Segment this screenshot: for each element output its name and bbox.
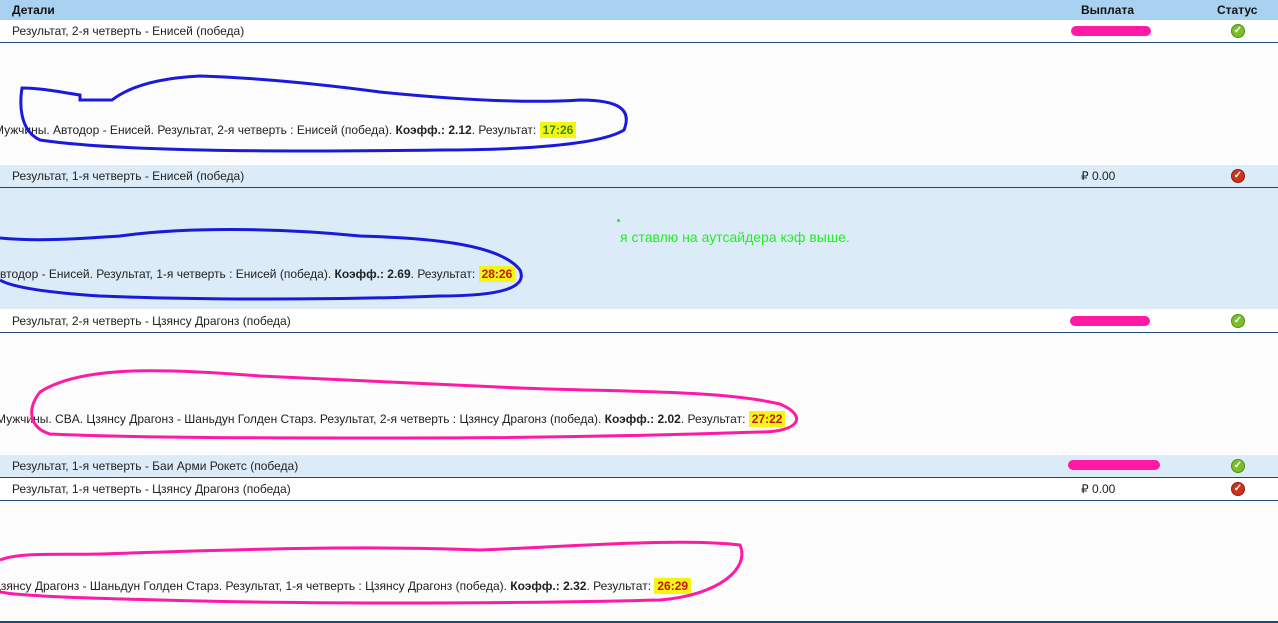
score-badge: 27:22 bbox=[748, 411, 786, 427]
score-badge: 28:26 bbox=[478, 266, 516, 282]
bet-detail-line: Цзянсу Драгонз - Шаньдун Голден Старз. Р… bbox=[0, 578, 692, 594]
score-badge: 26:29 bbox=[654, 578, 692, 594]
score-badge: 17:26 bbox=[539, 122, 577, 138]
checkmark-icon: ✓ bbox=[1231, 24, 1245, 38]
bet-detail-line: Мужчины. Автодор - Енисей. Результат, 2-… bbox=[0, 122, 577, 138]
bet-detail-panel: Автодор - Енисей. Результат, 1-я четверт… bbox=[0, 188, 1278, 309]
annotation-comment: я ставлю на аутсайдера кэф выше. bbox=[620, 229, 850, 245]
payout-scribble bbox=[1070, 316, 1150, 326]
bet-detail-panel: Мужчины. CBA. Цзянсу Драгонз - Шаньдун Г… bbox=[0, 333, 1278, 454]
cross-icon: ✓ bbox=[1231, 482, 1245, 496]
bet-detail-panel: Мужчины. Автодор - Енисей. Результат, 2-… bbox=[0, 43, 1278, 164]
bet-detail-line: Мужчины. CBA. Цзянсу Драгонз - Шаньдун Г… bbox=[0, 411, 786, 427]
comment-dot bbox=[617, 219, 620, 222]
table-row[interactable]: Результат, 1-я четверть - Цзянсу Драгонз… bbox=[0, 478, 1278, 501]
row-details: Результат, 1-я четверть - Баи Арми Рокет… bbox=[12, 459, 299, 473]
table-row[interactable]: Результат, 1-я четверть - Енисей (победа… bbox=[0, 165, 1278, 188]
row-payout: ₽ 0.00 bbox=[1081, 169, 1116, 183]
row-details: Результат, 1-я четверть - Цзянсу Драгонз… bbox=[12, 482, 291, 496]
header-details: Детали bbox=[12, 3, 55, 17]
payout-scribble bbox=[1071, 26, 1151, 36]
cross-icon: ✓ bbox=[1231, 169, 1245, 183]
row-details: Результат, 2-я четверть - Цзянсу Драгонз… bbox=[12, 314, 291, 328]
row-details: Результат, 1-я четверть - Енисей (победа… bbox=[12, 169, 245, 183]
header-payout: Выплата bbox=[1081, 3, 1135, 17]
payout-scribble bbox=[1068, 460, 1160, 470]
checkmark-icon: ✓ bbox=[1231, 314, 1245, 328]
row-details: Результат, 2-я четверть - Енисей (победа… bbox=[12, 24, 245, 38]
row-payout: ₽ 0.00 bbox=[1081, 482, 1116, 496]
table-header: Детали Выплата Статус bbox=[0, 0, 1278, 21]
checkmark-icon: ✓ bbox=[1231, 459, 1245, 473]
header-status: Статус bbox=[1217, 3, 1258, 17]
bet-detail-panel: Цзянсу Драгонз - Шаньдун Голден Старз. Р… bbox=[0, 501, 1278, 621]
bet-detail-line: Автодор - Енисей. Результат, 1-я четверт… bbox=[0, 266, 516, 282]
